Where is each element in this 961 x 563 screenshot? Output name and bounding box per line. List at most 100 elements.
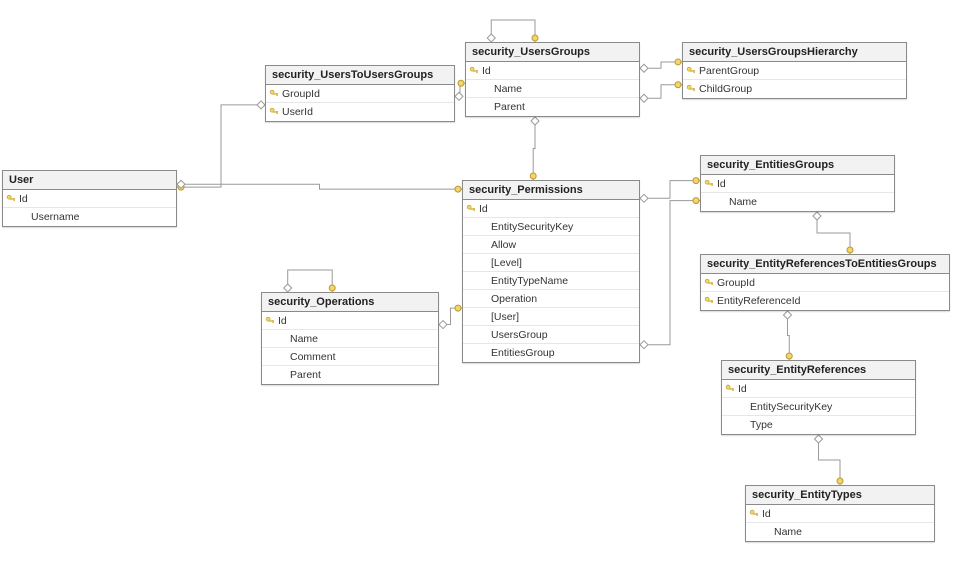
column-icon xyxy=(5,211,17,223)
primary-key-icon xyxy=(703,295,715,307)
column-name: Name xyxy=(494,83,635,95)
diagram-canvas: security_UsersToUsersGroupsGroupIdUserId… xyxy=(0,0,961,563)
column-name: Id xyxy=(19,193,172,205)
column-name: EntitySecurityKey xyxy=(491,221,635,233)
entity-header[interactable]: security_UsersToUsersGroups xyxy=(266,66,454,85)
column-name: GroupId xyxy=(282,88,450,100)
column-row[interactable]: Type xyxy=(722,416,915,434)
column-icon xyxy=(465,311,477,323)
entity-body: Id Name Comment Parent xyxy=(262,312,438,384)
column-row[interactable]: Comment xyxy=(262,348,438,366)
entity-header[interactable]: security_EntityReferencesToEntitiesGroup… xyxy=(701,255,949,274)
column-row[interactable]: Id xyxy=(722,380,915,398)
entity-entityTypes[interactable]: security_EntityTypesId Name xyxy=(745,485,935,542)
column-name: EntitiesGroup xyxy=(491,347,635,359)
column-row[interactable]: GroupId xyxy=(266,85,454,103)
primary-key-icon xyxy=(685,83,697,95)
column-name: Name xyxy=(290,333,434,345)
entity-header[interactable]: User xyxy=(3,171,176,190)
column-row[interactable]: EntityReferenceId xyxy=(701,292,949,310)
column-row[interactable]: Id xyxy=(3,190,176,208)
entity-header[interactable]: security_Operations xyxy=(262,293,438,312)
column-icon xyxy=(724,401,736,413)
column-row[interactable]: Parent xyxy=(262,366,438,384)
column-row[interactable]: Name xyxy=(701,193,894,211)
column-name: ChildGroup xyxy=(699,83,902,95)
column-row[interactable]: UserId xyxy=(266,103,454,121)
entity-usersGroupsHierarchy[interactable]: security_UsersGroupsHierarchy ParentGroup… xyxy=(682,42,907,99)
column-row[interactable]: Username xyxy=(3,208,176,226)
column-row[interactable]: [Level] xyxy=(463,254,639,272)
column-icon xyxy=(465,221,477,233)
column-row[interactable]: Id xyxy=(262,312,438,330)
primary-key-icon xyxy=(468,65,480,77)
column-row[interactable]: GroupId xyxy=(701,274,949,292)
entity-operations[interactable]: security_OperationsId Name Comment Parent xyxy=(261,292,439,385)
column-name: Id xyxy=(479,203,635,215)
entity-header[interactable]: security_EntityReferences xyxy=(722,361,915,380)
column-name: Id xyxy=(738,383,911,395)
column-row[interactable]: Id xyxy=(746,505,934,523)
entity-header[interactable]: security_EntityTypes xyxy=(746,486,934,505)
column-row[interactable]: Parent xyxy=(466,98,639,116)
entity-entityRefsToEntitiesGroups[interactable]: security_EntityReferencesToEntitiesGroup… xyxy=(700,254,950,311)
column-name: Name xyxy=(774,526,930,538)
primary-key-icon xyxy=(465,203,477,215)
column-name: UsersGroup xyxy=(491,329,635,341)
column-name: UserId xyxy=(282,106,450,118)
column-row[interactable]: Operation xyxy=(463,290,639,308)
entity-body: Id Name xyxy=(746,505,934,541)
column-icon xyxy=(465,293,477,305)
column-row[interactable]: [User] xyxy=(463,308,639,326)
column-row[interactable]: ParentGroup xyxy=(683,62,906,80)
entity-usersToUsersGroups[interactable]: security_UsersToUsersGroups GroupId UserId xyxy=(265,65,455,122)
column-row[interactable]: Id xyxy=(466,62,639,80)
column-row[interactable]: Name xyxy=(262,330,438,348)
column-name: Parent xyxy=(290,369,434,381)
column-name: EntityTypeName xyxy=(491,275,635,287)
entity-body: Id Username xyxy=(3,190,176,226)
entity-usersGroups[interactable]: security_UsersGroupsId Name Parent xyxy=(465,42,640,117)
primary-key-icon xyxy=(5,193,17,205)
column-name: Parent xyxy=(494,101,635,113)
entity-header[interactable]: security_Permissions xyxy=(463,181,639,200)
column-row[interactable]: UsersGroup xyxy=(463,326,639,344)
column-row[interactable]: EntitySecurityKey xyxy=(722,398,915,416)
entity-body: GroupId UserId xyxy=(266,85,454,121)
column-name: Operation xyxy=(491,293,635,305)
column-row[interactable]: Id xyxy=(701,175,894,193)
column-name: Allow xyxy=(491,239,635,251)
entity-entitiesGroups[interactable]: security_EntitiesGroupsId Name xyxy=(700,155,895,212)
column-row[interactable]: Name xyxy=(746,523,934,541)
column-row[interactable]: Name xyxy=(466,80,639,98)
column-name: Name xyxy=(729,196,890,208)
column-row[interactable]: EntityTypeName xyxy=(463,272,639,290)
entity-body: Id EntitySecurityKey Type xyxy=(722,380,915,434)
entity-header[interactable]: security_EntitiesGroups xyxy=(701,156,894,175)
entity-header[interactable]: security_UsersGroups xyxy=(466,43,639,62)
primary-key-icon xyxy=(748,508,760,520)
column-row[interactable]: EntitiesGroup xyxy=(463,344,639,362)
entity-permissions[interactable]: security_Permissions Id EntitySecurityKey A… xyxy=(462,180,640,363)
column-icon xyxy=(465,239,477,251)
column-row[interactable]: ChildGroup xyxy=(683,80,906,98)
entity-body: GroupId EntityReferenceId xyxy=(701,274,949,310)
column-name: ParentGroup xyxy=(699,65,902,77)
primary-key-icon xyxy=(703,178,715,190)
column-name: [User] xyxy=(491,311,635,323)
column-icon xyxy=(703,196,715,208)
column-name: Username xyxy=(31,211,172,223)
primary-key-icon xyxy=(264,315,276,327)
entity-user[interactable]: User Id Username xyxy=(2,170,177,227)
column-name: [Level] xyxy=(491,257,635,269)
column-icon xyxy=(465,329,477,341)
column-row[interactable]: Id xyxy=(463,200,639,218)
column-icon xyxy=(724,419,736,431)
column-name: EntitySecurityKey xyxy=(750,401,911,413)
column-name: EntityReferenceId xyxy=(717,295,945,307)
column-row[interactable]: Allow xyxy=(463,236,639,254)
entity-header[interactable]: security_UsersGroupsHierarchy xyxy=(683,43,906,62)
entity-entityReferences[interactable]: security_EntityReferences Id EntitySecurit… xyxy=(721,360,916,435)
column-row[interactable]: EntitySecurityKey xyxy=(463,218,639,236)
entity-body: Id Name xyxy=(701,175,894,211)
